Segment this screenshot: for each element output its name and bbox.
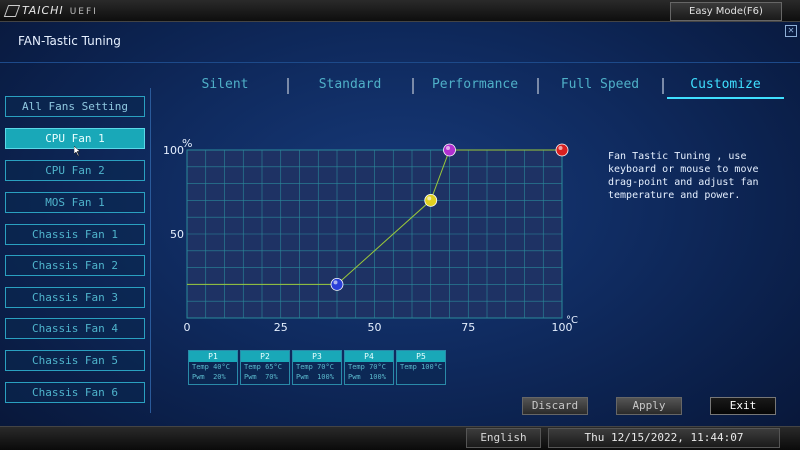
drag-point-p1[interactable] <box>330 277 344 291</box>
page-title: FAN-Tastic Tuning <box>18 34 121 48</box>
taichi-logo-icon <box>3 5 21 17</box>
y-axis-unit-label: % <box>182 137 192 150</box>
tab-separator <box>287 78 289 94</box>
point-temp: Temp 100°C <box>400 363 443 371</box>
tab-customize[interactable]: Customize <box>667 76 784 96</box>
point-temp: Temp 70°C <box>348 363 386 371</box>
sidebar-item-chassis-fan-5[interactable]: Chassis Fan 5 <box>5 350 145 371</box>
chart-grid <box>187 150 562 318</box>
point-card-p1: P1 Temp 40°C Pwm 20% <box>188 350 238 385</box>
sidebar-item-chassis-fan-6[interactable]: Chassis Fan 6 <box>5 382 145 403</box>
apply-button[interactable]: Apply <box>616 397 682 415</box>
header-divider <box>0 62 800 63</box>
mouse-cursor-icon <box>74 146 81 156</box>
point-label: P3 <box>293 351 341 362</box>
point-card-p2: P2 Temp 65°C Pwm 70% <box>240 350 290 385</box>
sidebar-item-chassis-fan-2[interactable]: Chassis Fan 2 <box>5 255 145 276</box>
tab-silent[interactable]: Silent <box>165 76 285 96</box>
fan-curve-chart[interactable]: 0 25 50 75 10010050 % °C <box>160 130 590 340</box>
drag-point-p3[interactable] <box>443 143 456 157</box>
drag-point-p2[interactable] <box>424 194 438 207</box>
close-icon[interactable]: ✕ <box>785 25 797 37</box>
language-button[interactable]: English <box>466 428 541 448</box>
point-pwm: Pwm 100% <box>296 373 334 381</box>
discard-button[interactable]: Discard <box>522 397 588 415</box>
tab-performance[interactable]: Performance <box>415 76 535 96</box>
point-temp: Temp 65°C <box>244 363 282 371</box>
x-tick-label: 75 <box>461 321 475 334</box>
tab-standard[interactable]: Standard <box>290 76 410 96</box>
sidebar-item-mos-fan-1[interactable]: MOS Fan 1 <box>5 192 145 213</box>
uefi-screen: TAICHI UEFI Easy Mode(F6) FAN-Tastic Tuni… <box>0 0 800 450</box>
point-pwm: Pwm 70% <box>244 373 278 381</box>
point-pwm: Pwm 20% <box>192 373 226 381</box>
point-card-p5: P5 Temp 100°C <box>396 350 446 385</box>
x-tick-label: 50 <box>368 321 382 334</box>
point-label: P2 <box>241 351 289 362</box>
tab-separator <box>537 78 539 94</box>
sidebar-item-chassis-fan-4[interactable]: Chassis Fan 4 <box>5 318 145 339</box>
drag-point-p5[interactable] <box>555 143 569 157</box>
x-axis-unit-label: °C <box>566 315 578 326</box>
top-bar: TAICHI UEFI Easy Mode(F6) <box>0 0 800 22</box>
tuning-description: Fan Tastic Tuning , use keyboard or mous… <box>608 151 759 201</box>
point-temp: Temp 40°C <box>192 363 230 371</box>
point-label: P1 <box>189 351 237 362</box>
point-card-p3: P3 Temp 70°C Pwm 100% <box>292 350 342 385</box>
sidebar-item-cpu-fan-2[interactable]: CPU Fan 2 <box>5 160 145 181</box>
sidebar-item-chassis-fan-3[interactable]: Chassis Fan 3 <box>5 287 145 308</box>
drag-point-highlight <box>446 146 450 150</box>
brand-logo: TAICHI UEFI <box>22 4 98 17</box>
point-temp: Temp 70°C <box>296 363 334 371</box>
sidebar-item-all-fans-setting[interactable]: All Fans Setting <box>5 96 145 117</box>
tab-separator <box>662 78 664 94</box>
brand-sub: UEFI <box>69 7 98 17</box>
datetime-display: Thu 12/15/2022, 11:44:07 <box>548 428 780 448</box>
active-tab-underline <box>667 97 784 99</box>
tab-separator <box>412 78 414 94</box>
drag-point-highlight <box>333 280 338 285</box>
point-label: P5 <box>397 351 445 362</box>
point-card-p4: P4 Temp 70°C Pwm 100% <box>344 350 394 385</box>
drag-point-highlight <box>427 196 432 201</box>
easy-mode-button[interactable]: Easy Mode(F6) <box>670 2 782 21</box>
brand-name: TAICHI <box>22 4 64 17</box>
point-label: P4 <box>345 351 393 362</box>
y-tick-label: 100 <box>163 144 184 157</box>
exit-button[interactable]: Exit <box>710 397 776 415</box>
x-tick-label: 25 <box>274 321 288 334</box>
drag-point-highlight <box>558 146 563 150</box>
y-tick-label: 50 <box>170 228 184 241</box>
point-pwm: Pwm 100% <box>348 373 386 381</box>
sidebar-divider <box>150 88 151 413</box>
tab-full-speed[interactable]: Full Speed <box>540 76 660 96</box>
sidebar-item-chassis-fan-1[interactable]: Chassis Fan 1 <box>5 224 145 245</box>
x-tick-label: 0 <box>184 321 191 334</box>
